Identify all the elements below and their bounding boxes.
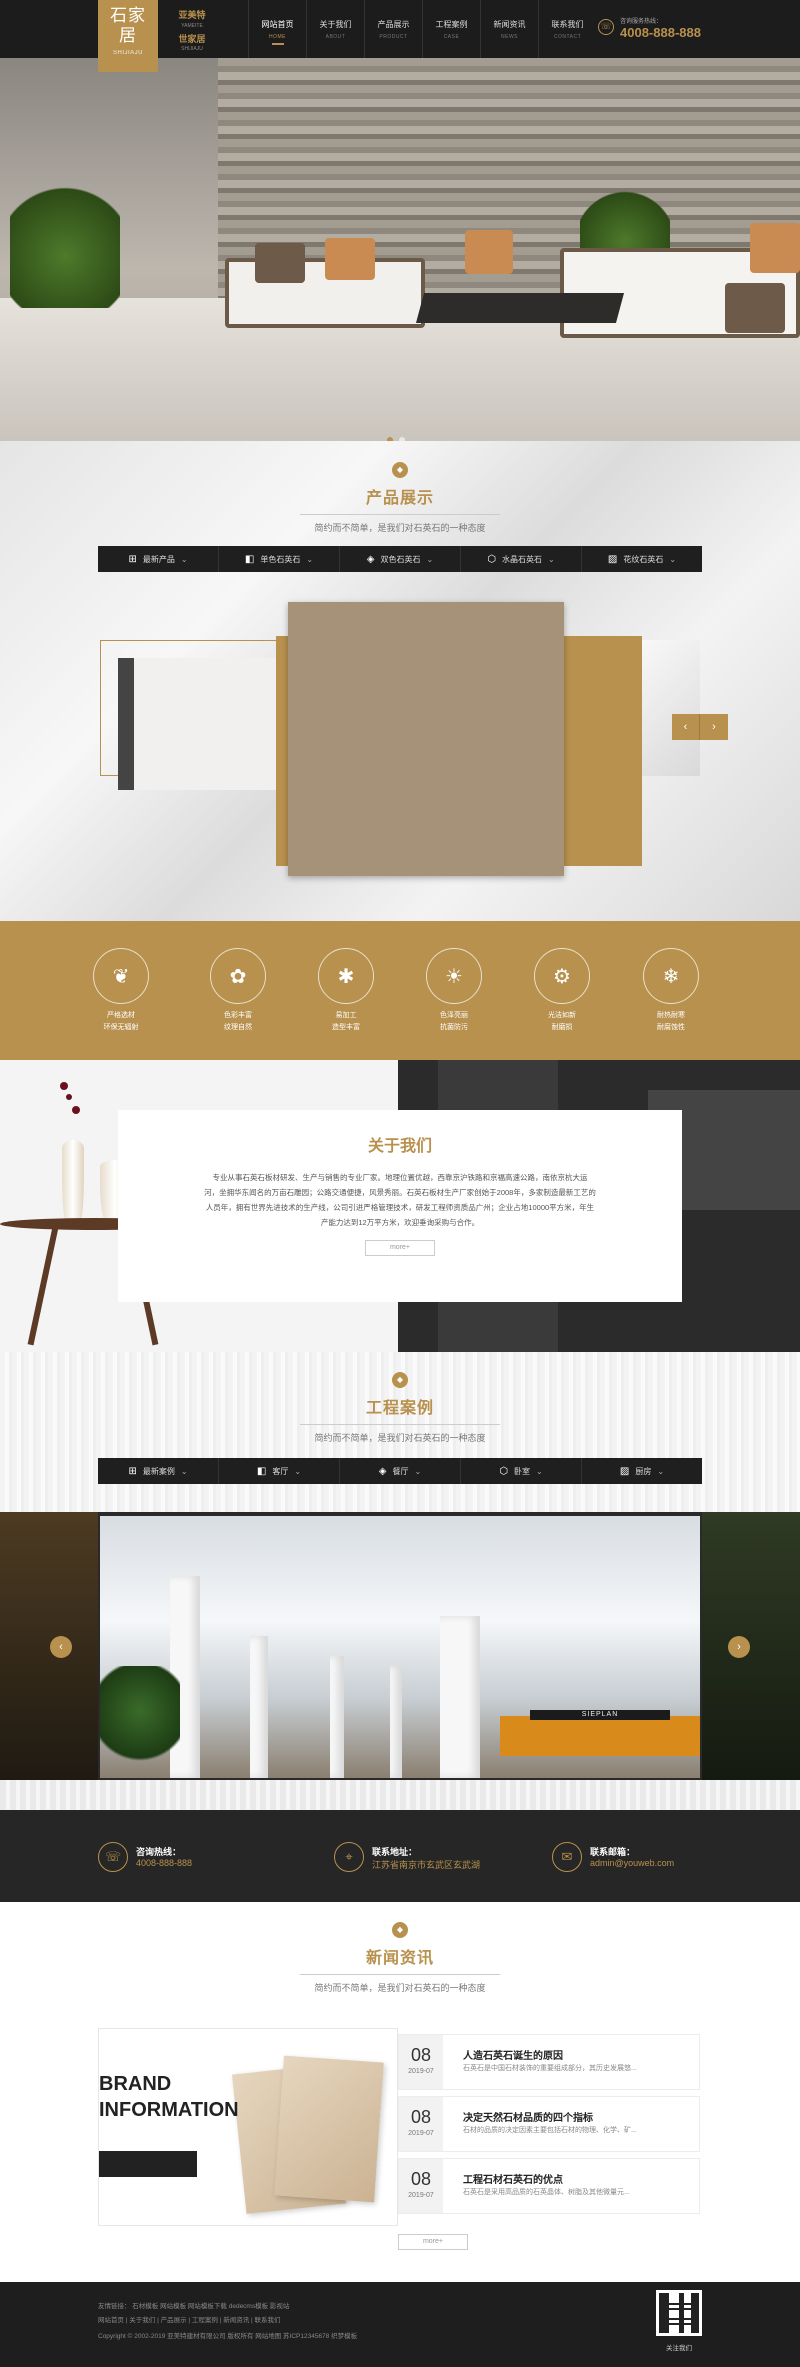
news-more-button[interactable]: more+ bbox=[398, 2234, 468, 2250]
tab-living-room[interactable]: ◧ 客厅 ⌄ bbox=[219, 1458, 340, 1484]
product-tabs: ⊞ 最新产品 ⌄ ◧ 单色石英石 ⌄ ◈ 双色石英石 ⌄ ⬡ 水晶石英石 ⌄ ▨ 花纹石英石 ⌄ bbox=[98, 546, 702, 572]
case-tabs: ⊞ 最新案例 ⌄ ◧ 客厅 ⌄ ◈ 餐厅 ⌄ ⬡ 卧室 ⌄ ▨ 厨房 ⌄ bbox=[98, 1458, 702, 1484]
nav-item-product[interactable]: 产品展示 PRODUCT bbox=[364, 0, 422, 58]
tab-dining-room[interactable]: ◈ 餐厅 ⌄ bbox=[340, 1458, 461, 1484]
tab-crystal[interactable]: ⬡ 水晶石英石 ⌄ bbox=[461, 546, 582, 572]
product-main-image[interactable] bbox=[288, 602, 564, 876]
nav-item-news[interactable]: 新闻资讯 NEWS bbox=[480, 0, 538, 58]
nav-item-home[interactable]: 网站首页 HOME bbox=[248, 0, 306, 58]
feature-item: ✱ 易加工 造型丰富 bbox=[311, 948, 381, 1032]
logo[interactable]: 石家居 SHIJIAJU bbox=[98, 0, 158, 72]
next-arrow-icon[interactable]: › bbox=[700, 714, 728, 740]
box-icon: ◧ bbox=[256, 1465, 267, 1477]
hero-pagination bbox=[384, 430, 408, 441]
diamond-icon: ◆ bbox=[392, 462, 408, 478]
chevron-down-icon: ⌄ bbox=[414, 1466, 422, 1476]
palette-icon: ✿ bbox=[210, 948, 266, 1004]
site-header: 石家居 SHIJIAJU 亚美特 YAMEITE 世家居 SHIJIAJU 网站… bbox=[0, 0, 800, 72]
box-icon: ◧ bbox=[244, 553, 255, 565]
phone-icon: ☏ bbox=[98, 1842, 128, 1872]
main-nav: 网站首页 HOME 关于我们 ABOUT 产品展示 PRODUCT 工程案例 CASE … bbox=[248, 0, 596, 58]
chevron-down-icon: ⌄ bbox=[657, 1466, 665, 1476]
product-carousel-arrows: ‹ › bbox=[672, 714, 728, 740]
news-date: 08 2019-07 bbox=[399, 2035, 443, 2089]
grid-icon: ⊞ bbox=[128, 553, 137, 565]
feature-item: ❄ 耐热耐寒 耐腐蚀性 bbox=[636, 948, 706, 1032]
chevron-down-icon: ⌄ bbox=[536, 1466, 543, 1476]
feature-item: ☀ 色泽亮丽 抗菌防污 bbox=[419, 948, 489, 1032]
cases-heading: ◆ 工程案例 简约而不简单，是我们对石英石的一种态度 bbox=[0, 1372, 800, 1444]
shine-icon: ☀ bbox=[426, 948, 482, 1004]
feature-item: ⚙ 光洁如新 耐磨损 bbox=[527, 948, 597, 1032]
hexagon-icon: ⬡ bbox=[487, 553, 497, 565]
tab-latest-products[interactable]: ⊞ 最新产品 ⌄ bbox=[98, 546, 219, 572]
chevron-down-icon: ⌄ bbox=[669, 554, 677, 564]
feature-item: ❦ 严格选材 环保无辐射 bbox=[86, 948, 156, 1032]
leaf-icon: ❦ bbox=[93, 948, 149, 1004]
stripes-icon: ▨ bbox=[619, 1465, 630, 1477]
news-item[interactable]: 08 2019-07 人造石英石诞生的原因 石英石是中国石材装饰的重要组成部分，其… bbox=[398, 2034, 700, 2090]
news-item[interactable]: 08 2019-07 决定天然石材品质的四个指标 石材的品质的决定因素主要包括石材… bbox=[398, 2096, 700, 2152]
grid-icon: ⊞ bbox=[128, 1465, 137, 1477]
stripes-icon: ▨ bbox=[607, 553, 618, 565]
hexagon-icon: ⬡ bbox=[499, 1465, 509, 1477]
nav-item-case[interactable]: 工程案例 CASE bbox=[422, 0, 480, 58]
products-heading: ◆ 产品展示 简约而不简单，是我们对石英石的一种态度 bbox=[0, 462, 800, 534]
copyright: Copyright © 2002-2019 亚美特建材有限公司 版权所有 网站地… bbox=[98, 2333, 358, 2340]
hero-banner bbox=[0, 58, 800, 441]
case-main-image[interactable]: SIEPLAN bbox=[100, 1516, 700, 1778]
diamond-icon: ◆ bbox=[392, 1922, 408, 1938]
divider-band bbox=[0, 1780, 800, 1810]
location-icon: ⌖ bbox=[334, 1842, 364, 1872]
product-thumb-right[interactable] bbox=[642, 640, 700, 776]
gear-icon: ⚙ bbox=[534, 948, 590, 1004]
chevron-down-icon: ⌄ bbox=[426, 554, 434, 564]
diamond-icon: ◆ bbox=[392, 1372, 408, 1388]
prev-arrow-icon[interactable]: ‹ bbox=[50, 1636, 72, 1658]
chevron-down-icon: ⌄ bbox=[180, 554, 188, 564]
promo-heading: BRAND INFORMATION bbox=[99, 2073, 239, 2121]
news-date: 08 2019-07 bbox=[399, 2097, 443, 2151]
tab-latest-cases[interactable]: ⊞ 最新案例 ⌄ bbox=[98, 1458, 219, 1484]
next-arrow-icon[interactable]: › bbox=[728, 1636, 750, 1658]
promo-bar bbox=[99, 2151, 197, 2177]
news-promo: BRAND INFORMATION bbox=[98, 2028, 398, 2226]
chevron-down-icon: ⌄ bbox=[548, 554, 555, 564]
product-thumb[interactable] bbox=[118, 658, 276, 790]
tab-dual-color[interactable]: ◈ 双色石英石 ⌄ bbox=[340, 546, 461, 572]
prev-arrow-icon[interactable]: ‹ bbox=[672, 714, 700, 740]
paint-icon: ◈ bbox=[378, 1465, 387, 1477]
news-item[interactable]: 08 2019-07 工程石材石英石的优点 石英石是采用高品质的石英晶体、树脂及其… bbox=[398, 2158, 700, 2214]
about-text: 专业从事石英石板材研发、生产与销售的专业厂家。地理位置优越，西靠京沪铁路和京福高… bbox=[204, 1173, 596, 1227]
phone-icon: ☏ bbox=[598, 19, 614, 35]
feature-item: ✿ 色彩丰富 纹理自然 bbox=[203, 948, 273, 1032]
paint-icon: ◈ bbox=[366, 553, 375, 565]
tab-single-color[interactable]: ◧ 单色石英石 ⌄ bbox=[219, 546, 340, 572]
brand-mark: 亚美特 YAMEITE 世家居 SHIJIAJU bbox=[178, 10, 206, 52]
chevron-down-icon: ⌄ bbox=[180, 1466, 188, 1476]
mail-icon: ✉ bbox=[552, 1842, 582, 1872]
about-more-button[interactable]: more+ bbox=[365, 1240, 435, 1256]
about-card: 关于我们 专业从事石英石板材研发、生产与销售的专业厂家。地理位置优越，西靠京沪铁… bbox=[118, 1110, 682, 1302]
chevron-down-icon: ⌄ bbox=[294, 1466, 302, 1476]
snowflake-icon: ❄ bbox=[643, 948, 699, 1004]
news-heading: ◆ 新闻资讯 简约而不简单，是我们对石英石的一种态度 bbox=[0, 1922, 800, 1994]
nav-item-about[interactable]: 关于我们 ABOUT bbox=[306, 0, 364, 58]
tab-bedroom[interactable]: ⬡ 卧室 ⌄ bbox=[461, 1458, 582, 1484]
footer-nav[interactable]: 网站首页 | 关于我们 | 产品展示 | 工程案例 | 新闻资讯 | 联系我们 bbox=[98, 2314, 281, 2324]
vase-decoration bbox=[62, 1140, 84, 1224]
tab-pattern[interactable]: ▨ 花纹石英石 ⌄ bbox=[582, 546, 702, 572]
tab-kitchen[interactable]: ▨ 厨房 ⌄ bbox=[582, 1458, 702, 1484]
nav-item-contact[interactable]: 联系我们 CONTACT bbox=[538, 0, 596, 58]
news-date: 08 2019-07 bbox=[399, 2159, 443, 2213]
friend-links[interactable]: 友情链接： 石材模板 网站模板 网站模板下载 dedecms模板 影视站 bbox=[98, 2300, 289, 2310]
tools-icon: ✱ bbox=[318, 948, 374, 1004]
chevron-down-icon: ⌄ bbox=[306, 554, 314, 564]
